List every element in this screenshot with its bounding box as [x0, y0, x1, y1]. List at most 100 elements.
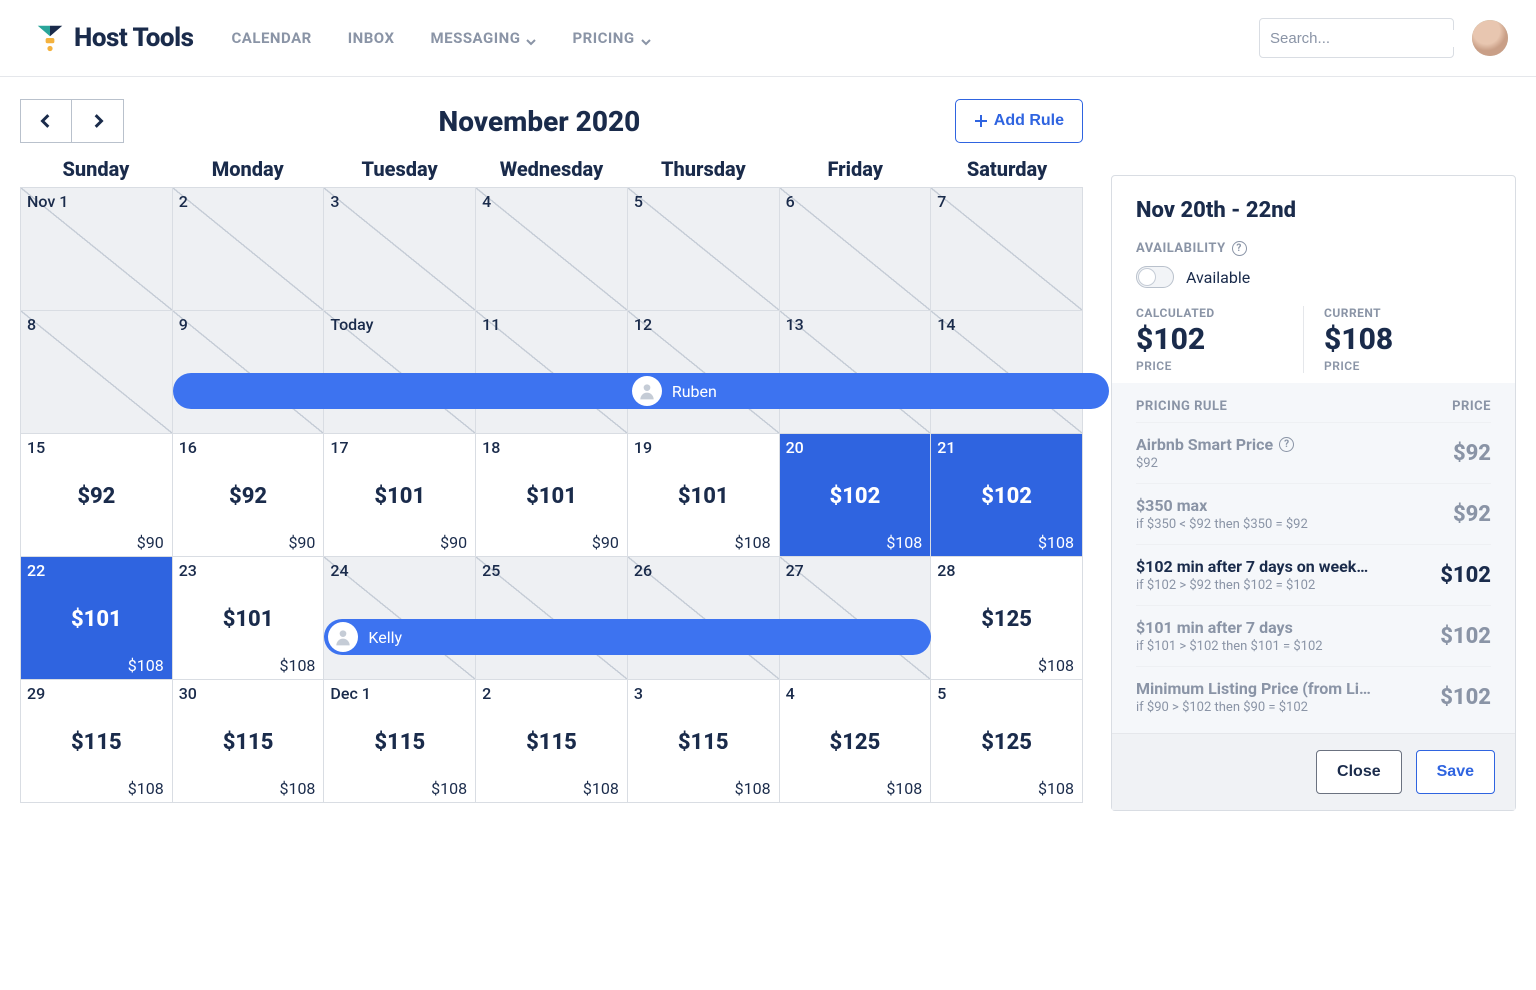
day-price: $101: [21, 607, 172, 632]
rule-name: Airbnb Smart Price ?: [1136, 435, 1294, 454]
day-subprice: $90: [137, 533, 164, 552]
day-number: Today: [330, 315, 373, 334]
save-button[interactable]: Save: [1416, 750, 1495, 794]
pricing-rule-row[interactable]: Airbnb Smart Price ? $92 $92: [1136, 422, 1491, 483]
calendar-cell[interactable]: 2: [173, 188, 325, 311]
day-price: $125: [931, 607, 1082, 632]
brand[interactable]: Host Tools: [36, 23, 193, 53]
weekday: Saturday: [931, 157, 1083, 187]
logo-icon: [36, 24, 64, 52]
calendar-cell[interactable]: 2$115$108: [476, 680, 628, 803]
calendar-cell[interactable]: 23$101$108: [173, 557, 325, 680]
day-price: $115: [21, 730, 172, 755]
availability-toggle[interactable]: [1136, 266, 1174, 288]
current-label: CURRENT: [1324, 306, 1471, 320]
calendar-cell[interactable]: 29$115$108: [21, 680, 173, 803]
calendar-cell[interactable]: 6: [780, 188, 932, 311]
day-number: 2: [179, 192, 188, 211]
day-subprice: $90: [440, 533, 467, 552]
calendar-cell[interactable]: 8: [21, 311, 173, 434]
main-nav: CALENDAR INBOX MESSAGING PRICING: [231, 29, 650, 47]
calendar-cell[interactable]: 30$115$108: [173, 680, 325, 803]
day-price: $125: [931, 730, 1082, 755]
calendar-cell[interactable]: 21$102$108: [931, 434, 1083, 557]
weekday: Friday: [779, 157, 931, 187]
day-price: $115: [324, 730, 475, 755]
calendar-cell[interactable]: Dec 1$115$108: [324, 680, 476, 803]
calendar-cell[interactable]: 5: [628, 188, 780, 311]
rules-head-price: PRICE: [1452, 399, 1491, 414]
calendar-cell[interactable]: 15$92$90: [21, 434, 173, 557]
add-rule-button[interactable]: Add Rule: [955, 99, 1083, 143]
day-price: $102: [780, 484, 931, 509]
pricing-rule-row[interactable]: $101 min after 7 daysif $101 > $102 then…: [1136, 605, 1491, 666]
current-value: $108: [1324, 322, 1471, 357]
search-input-wrap[interactable]: [1259, 18, 1454, 58]
calendar-cell[interactable]: 18$101$90: [476, 434, 628, 557]
close-button[interactable]: Close: [1316, 750, 1402, 794]
day-price: $92: [21, 484, 172, 509]
nav-messaging[interactable]: MESSAGING: [431, 29, 537, 47]
rules-head-rule: PRICING RULE: [1136, 399, 1227, 414]
user-avatar[interactable]: [1472, 20, 1508, 56]
calendar-cell[interactable]: 17$101$90: [324, 434, 476, 557]
day-number: 22: [27, 561, 45, 580]
search-input[interactable]: [1270, 30, 1469, 47]
day-price: $115: [173, 730, 324, 755]
calendar-cell[interactable]: 7: [931, 188, 1083, 311]
calendar-cell[interactable]: 5$125$108: [931, 680, 1083, 803]
chevron-down-icon: [641, 33, 651, 43]
calendar-cell[interactable]: 3: [324, 188, 476, 311]
brand-text: Host Tools: [74, 23, 193, 53]
day-number: 12: [634, 315, 652, 334]
booking-bar[interactable]: Ruben: [173, 373, 1109, 409]
calendar-cell[interactable]: 4: [476, 188, 628, 311]
rule-price: $92: [1453, 441, 1491, 466]
day-number: 18: [482, 438, 500, 457]
nav-calendar[interactable]: CALENDAR: [231, 29, 311, 47]
pricing-rule-row[interactable]: $102 min after 7 days on week…if $102 > …: [1136, 544, 1491, 605]
day-number: 28: [937, 561, 955, 580]
next-month-button[interactable]: [72, 99, 124, 143]
day-subprice: $108: [886, 533, 922, 552]
nav-pricing[interactable]: PRICING: [572, 29, 650, 47]
calendar-cell[interactable]: 20 $102 $108: [780, 434, 932, 557]
calendar: November 2020 Add Rule SundayMondayTuesd…: [20, 99, 1083, 803]
plus-icon: [974, 114, 988, 128]
pricing-panel: Nov 20th - 22nd AVAILABILITY ? Available…: [1111, 175, 1516, 811]
rule-price: $92: [1453, 502, 1491, 527]
topbar: Host Tools CALENDAR INBOX MESSAGING PRIC…: [0, 0, 1536, 77]
calendar-cell[interactable]: 19$101$108: [628, 434, 780, 557]
day-price: $125: [780, 730, 931, 755]
day-number: 2: [482, 684, 491, 703]
pricing-rule-row[interactable]: $350 maxif $350 < $92 then $350 = $92$92: [1136, 483, 1491, 544]
calendar-cell[interactable]: 28$125$108: [931, 557, 1083, 680]
day-number: 20: [786, 438, 804, 457]
calendar-cell[interactable]: 3$115$108: [628, 680, 780, 803]
day-subprice: $108: [431, 779, 467, 798]
booking-bar[interactable]: Kelly: [324, 619, 931, 655]
day-number: 21: [937, 438, 955, 457]
calendar-cell[interactable]: 4$125$108: [780, 680, 932, 803]
help-icon[interactable]: ?: [1279, 437, 1294, 452]
availability-status: Available: [1186, 268, 1250, 287]
date-range-title: Nov 20th - 22nd: [1136, 198, 1491, 223]
calendar-cell[interactable]: 22 $101 $108: [21, 557, 173, 680]
calendar-cell[interactable]: Nov 1: [21, 188, 173, 311]
day-number: 16: [179, 438, 197, 457]
weekday: Monday: [172, 157, 324, 187]
day-number: 8: [27, 315, 36, 334]
guest-name: Kelly: [368, 628, 402, 647]
help-icon[interactable]: ?: [1232, 241, 1247, 256]
rule-condition: $92: [1136, 456, 1294, 471]
rule-condition: if $90 > $102 then $90 = $102: [1136, 700, 1371, 715]
day-subprice: $108: [128, 656, 164, 675]
rule-condition: if $102 > $92 then $102 = $102: [1136, 578, 1368, 593]
calendar-cell[interactable]: 16$92$90: [173, 434, 325, 557]
day-number: 6: [786, 192, 795, 211]
day-number: 23: [179, 561, 197, 580]
weekday-header: SundayMondayTuesdayWednesdayThursdayFrid…: [20, 157, 1083, 187]
nav-inbox[interactable]: INBOX: [348, 29, 395, 47]
pricing-rule-row[interactable]: Minimum Listing Price (from Li…if $90 > …: [1136, 666, 1491, 727]
prev-month-button[interactable]: [20, 99, 72, 143]
